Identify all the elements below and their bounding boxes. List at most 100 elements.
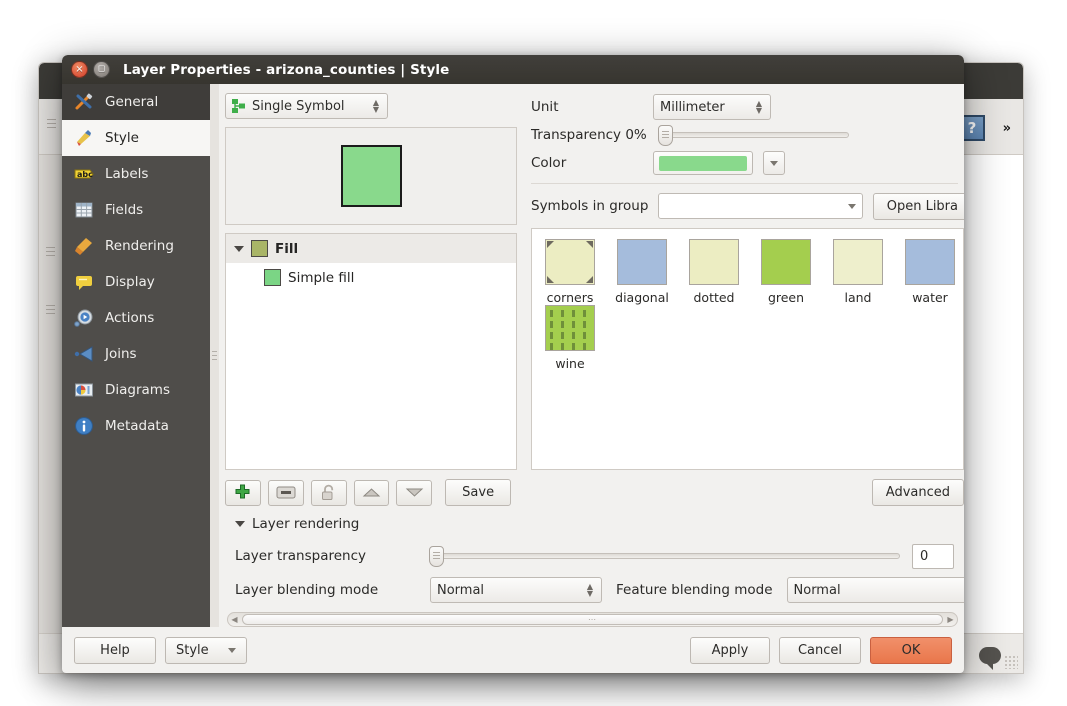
symbol-preview-square [340, 145, 402, 207]
scroll-right-arrow[interactable]: ▶ [944, 615, 957, 624]
sidebar-item-label: Rendering [105, 238, 174, 254]
diagram-chart-icon [74, 380, 94, 400]
style-menu-button[interactable]: Style [165, 636, 247, 664]
color-button[interactable] [653, 151, 753, 175]
transparency-row: Transparency 0% [531, 121, 958, 149]
symbol-layer-toolbar: Save [225, 470, 517, 506]
gallery-item-land[interactable]: land [829, 239, 887, 305]
layer-transparency-label: Layer transparency [235, 548, 367, 564]
broom-icon [74, 236, 94, 256]
add-symbol-layer-button[interactable] [225, 479, 261, 506]
layer-transparency-slider[interactable] [429, 546, 900, 567]
tree-row[interactable]: Fill [226, 234, 516, 263]
sidebar-item-joins[interactable]: Joins [62, 336, 210, 372]
tools-hammer-screwdriver-icon [74, 92, 94, 112]
unit-row: Unit Millimeter ▲ ▼ [531, 93, 958, 121]
symbol-layer-tree[interactable]: Fill Simple fill [225, 233, 517, 470]
desktop-background: ? » × ◻ Layer Properties - arizona_count… [0, 0, 1067, 706]
layer-blending-mode-combo[interactable]: Normal ▲ ▼ [430, 577, 602, 603]
help-button[interactable]: Help [74, 636, 156, 664]
renderer-type-value: Single Symbol [252, 98, 345, 114]
feature-blending-mode-combo[interactable]: Normal [786, 577, 964, 603]
lock-symbol-layer-button[interactable] [310, 479, 347, 506]
chevron-down-icon [228, 647, 236, 653]
layer-transparency-slider-handle[interactable] [429, 546, 444, 567]
chevron-down-icon[interactable] [235, 521, 245, 527]
close-window-button[interactable]: × [71, 61, 88, 78]
maximize-window-button[interactable]: ◻ [93, 61, 110, 78]
join-arrow-icon [74, 344, 94, 364]
gallery-item-wine[interactable]: wine [541, 305, 599, 371]
sidebar-item-metadata[interactable]: Metadata [62, 408, 210, 444]
cancel-button[interactable]: Cancel [779, 636, 861, 664]
open-library-button[interactable]: Open Libra [872, 192, 964, 220]
paintbrush-icon [74, 128, 94, 148]
tree-row[interactable]: Simple fill [226, 263, 516, 292]
chevron-down-icon [770, 160, 778, 166]
sidebar-splitter[interactable] [210, 84, 219, 627]
sidebar-item-rendering[interactable]: Rendering [62, 228, 210, 264]
spinner-arrows-icon[interactable]: ▲ ▼ [754, 100, 764, 115]
layer-blending-mode-value: Normal [437, 582, 485, 598]
dotted-swatch [689, 239, 739, 285]
transparency-slider[interactable] [658, 125, 849, 146]
plus-green-icon [235, 484, 250, 499]
chevron-down-icon [847, 203, 856, 209]
save-symbol-button[interactable]: Save [445, 479, 512, 506]
remove-symbol-layer-button[interactable] [267, 479, 304, 506]
gallery-item-diagonal[interactable]: diagonal [613, 239, 671, 305]
gallery-item-label: land [844, 290, 872, 305]
layer-rendering-header[interactable]: Layer rendering [235, 516, 954, 532]
apply-button[interactable]: Apply [690, 636, 770, 664]
single-symbol-icon [232, 99, 246, 113]
tree-item-label: Simple fill [288, 269, 355, 286]
style-menu-label: Style [176, 642, 209, 658]
sidebar-item-fields[interactable]: Fields [62, 192, 210, 228]
gallery-item-green[interactable]: green [757, 239, 815, 305]
unit-combo[interactable]: Millimeter ▲ ▼ [653, 94, 771, 120]
gallery-item-dotted[interactable]: dotted [685, 239, 743, 305]
color-dropdown-button[interactable] [763, 151, 785, 175]
svg-text:abc: abc [77, 170, 93, 179]
sidebar-item-labels[interactable]: abc Labels [62, 156, 210, 192]
gallery-item-label: dotted [693, 290, 735, 305]
sidebar-item-general[interactable]: General [62, 84, 210, 120]
symbols-in-group-combo[interactable] [658, 193, 863, 219]
ok-button[interactable]: OK [870, 636, 952, 664]
renderer-type-combo[interactable]: Single Symbol ▲ ▼ [225, 93, 388, 119]
chevron-down-icon[interactable] [234, 245, 244, 252]
layer-properties-dialog: × ◻ Layer Properties - arizona_counties … [62, 55, 964, 673]
color-row: Color [531, 149, 958, 177]
green-swatch [761, 239, 811, 285]
advanced-button[interactable]: Advanced [871, 479, 964, 506]
sidebar-item-actions[interactable]: Actions [62, 300, 210, 336]
gallery-item-water[interactable]: water [901, 239, 959, 305]
sidebar-item-diagrams[interactable]: Diagrams [62, 372, 210, 408]
gallery-item-label: water [912, 290, 948, 305]
horizontal-scrollbar[interactable]: ◀ ⋯ ▶ [227, 612, 958, 627]
scrollbar-thumb[interactable]: ⋯ [242, 614, 943, 625]
gallery-item-corners[interactable]: corners [541, 239, 599, 305]
symbol-gallery[interactable]: corners diagonal dotted green land water… [531, 228, 964, 470]
spinner-arrows-icon[interactable]: ▲ ▼ [371, 99, 381, 114]
resize-grip[interactable] [1004, 655, 1018, 669]
toolbar-overflow-chevron[interactable]: » [1003, 121, 1012, 136]
move-up-button[interactable] [353, 479, 390, 506]
sidebar-item-label: Diagrams [105, 382, 170, 398]
move-down-button[interactable] [396, 479, 433, 506]
spinner-arrows-icon[interactable]: ▲ ▼ [585, 583, 595, 598]
layer-transparency-value[interactable]: 0 [912, 543, 954, 569]
message-bubble-icon[interactable] [979, 647, 1001, 670]
scroll-left-arrow[interactable]: ◀ [228, 615, 241, 624]
sidebar-item-label: Labels [105, 166, 149, 182]
dialog-titlebar[interactable]: × ◻ Layer Properties - arizona_counties … [62, 55, 964, 84]
lock-icon [322, 484, 334, 500]
toolbar-grip[interactable] [47, 119, 56, 130]
wine-swatch [545, 305, 595, 351]
transparency-slider-handle[interactable] [658, 125, 673, 146]
sidebar-item-display[interactable]: Display [62, 264, 210, 300]
symbol-properties-column: Unit Millimeter ▲ ▼ Transparency 0% Colo… [525, 93, 964, 506]
divider [531, 183, 958, 184]
abc-label-icon: abc [74, 164, 94, 184]
sidebar-item-style[interactable]: Style [62, 120, 210, 156]
